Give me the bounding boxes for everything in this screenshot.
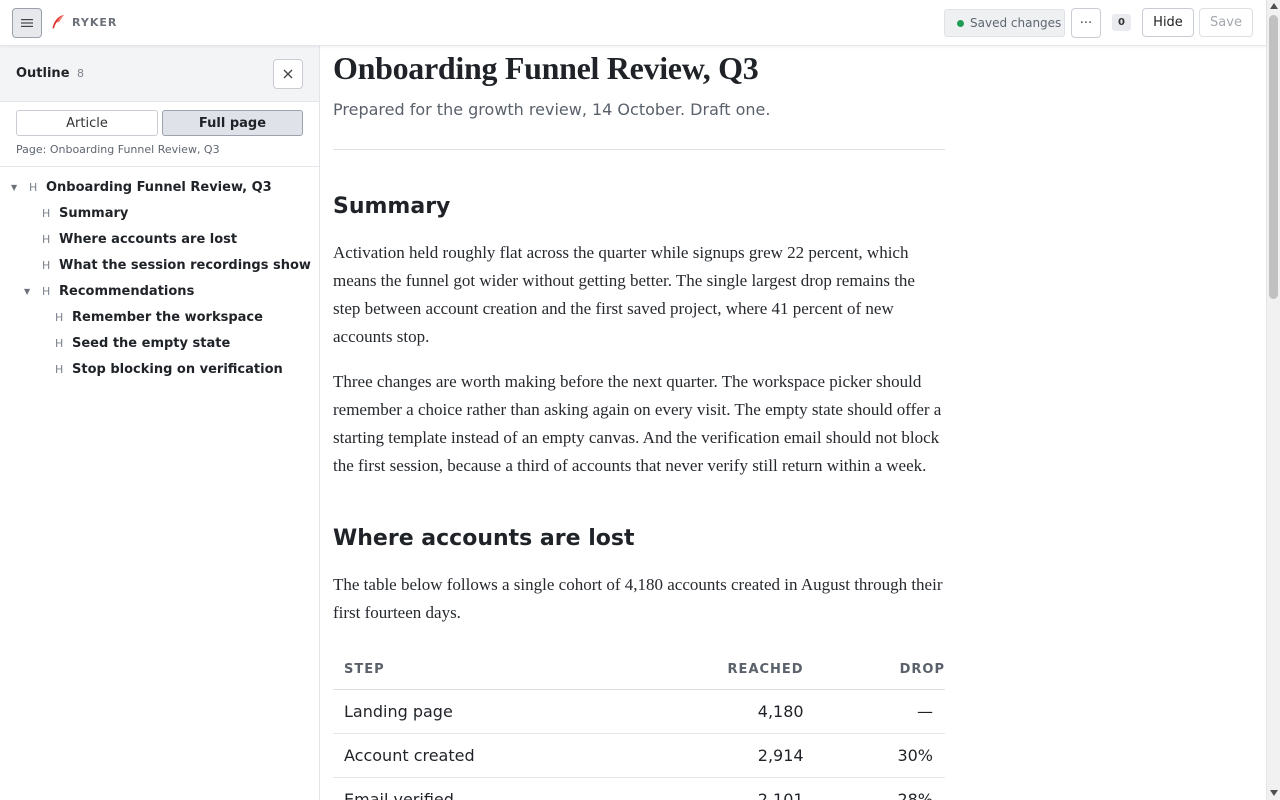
brand-name: RYKER [72, 15, 118, 29]
outline-item-title[interactable]: ▼ H Onboarding Funnel Review, Q3 [0, 174, 319, 200]
heading-marker: H [42, 233, 51, 246]
divider [0, 166, 319, 167]
outline-title: Outline [16, 66, 70, 81]
table-row: Landing page 4,180 — [333, 689, 945, 734]
more-options-button[interactable]: ··· [1071, 8, 1101, 38]
full-page-view-button[interactable]: Full page [162, 110, 303, 136]
outline-sidebar: Outline 8 Article Full page Page: Onboar… [0, 46, 320, 800]
heading-marker: H [42, 207, 51, 220]
outline-item-remember-workspace[interactable]: H Remember the workspace [0, 304, 319, 330]
column-header-drop: DROP [803, 651, 945, 690]
outline-tree: ▼ H Onboarding Funnel Review, Q3 H Summa… [0, 174, 319, 382]
funnel-table: STEP REACHED DROP Landing page 4,180 — A… [333, 651, 945, 800]
cell-reached: 4,180 [613, 689, 804, 734]
outline-item-label: Seed the empty state [72, 336, 231, 351]
brand[interactable]: RYKER [50, 14, 117, 30]
cell-reached: 2,914 [613, 733, 804, 778]
outline-item-where-accounts-are-lost[interactable]: H Where accounts are lost [0, 226, 319, 252]
outline-item-recommendations[interactable]: ▼ H Recommendations [0, 278, 319, 304]
heading-marker: H [29, 181, 38, 194]
count-badge: 0 [1112, 14, 1131, 31]
page-title: Onboarding Funnel Review, Q3 [333, 50, 759, 86]
article-view-button[interactable]: Article [16, 110, 158, 136]
scrollbar-thumb[interactable] [1269, 15, 1278, 299]
document-view: Onboarding Funnel Review, Q3 Prepared fo… [320, 46, 1266, 800]
heading-marker: H [55, 311, 64, 324]
outline-item-label: Recommendations [59, 284, 195, 299]
outline-count: 8 [77, 67, 84, 80]
view-toggle: Article Full page [16, 110, 303, 136]
outline-item-label: Stop blocking on verification [72, 362, 283, 377]
outline-item-stop-blocking-verification[interactable]: H Stop blocking on verification [0, 356, 319, 382]
page-label: Page: Onboarding Funnel Review, Q3 [16, 143, 220, 156]
save-button[interactable]: Save [1199, 8, 1253, 37]
paragraph: The table below follows a single cohort … [333, 575, 943, 622]
outline-item-label: Remember the workspace [72, 310, 263, 325]
sidebar-toggle-button[interactable] [12, 8, 42, 38]
section-heading-summary: Summary [333, 194, 451, 219]
outline-header: Outline 8 [0, 46, 319, 102]
close-icon [283, 69, 293, 79]
table-row: Account created 2,914 30% [333, 733, 945, 778]
outline-item-summary[interactable]: H Summary [0, 200, 319, 226]
cell-step: Landing page [333, 689, 614, 734]
heading-marker: H [55, 363, 64, 376]
outline-item-label: Onboarding Funnel Review, Q3 [46, 180, 272, 195]
scroll-up-arrow-icon[interactable] [1270, 3, 1278, 9]
cell-drop: — [803, 689, 945, 734]
table-header-row: STEP REACHED DROP [333, 651, 945, 690]
caret-down-icon[interactable]: ▼ [11, 183, 17, 192]
heading-marker: H [55, 337, 64, 350]
scroll-down-arrow-icon[interactable] [1270, 790, 1278, 796]
top-bar: RYKER Saved changes ··· 0 Hide Save [0, 0, 1266, 46]
cell-drop: 28% [803, 777, 945, 800]
list-icon [21, 19, 33, 27]
save-status-badge: Saved changes [944, 9, 1065, 37]
save-status-text: Saved changes [970, 16, 1062, 30]
paragraph: Three changes are worth making before th… [333, 372, 942, 475]
heading-marker: H [42, 259, 51, 272]
page-subtitle: Prepared for the growth review, 14 Octob… [333, 100, 771, 119]
divider [333, 149, 945, 150]
caret-down-icon[interactable]: ▼ [24, 287, 30, 296]
column-header-step: STEP [333, 651, 614, 690]
outline-item-label: What the session recordings show [59, 258, 311, 273]
hide-button[interactable]: Hide [1142, 8, 1194, 37]
page-scrollbar[interactable] [1266, 0, 1280, 800]
outline-item-session-recordings[interactable]: H What the session recordings show [0, 252, 319, 278]
cell-step: Email verified [333, 777, 614, 800]
feather-logo-icon [50, 14, 66, 30]
table-row: Email verified 2,101 28% [333, 777, 945, 800]
close-outline-button[interactable] [273, 59, 303, 89]
outline-item-label: Where accounts are lost [59, 232, 238, 247]
outline-item-seed-empty-state[interactable]: H Seed the empty state [0, 330, 319, 356]
cell-drop: 30% [803, 733, 945, 778]
heading-marker: H [42, 285, 51, 298]
cell-step: Account created [333, 733, 614, 778]
column-header-reached: REACHED [613, 651, 804, 690]
status-dot-icon [957, 19, 964, 27]
cell-reached: 2,101 [613, 777, 804, 800]
section-heading-where-accounts-are-lost: Where accounts are lost [333, 526, 635, 551]
outline-item-label: Summary [59, 206, 129, 221]
paragraph: Activation held roughly flat across the … [333, 243, 915, 346]
